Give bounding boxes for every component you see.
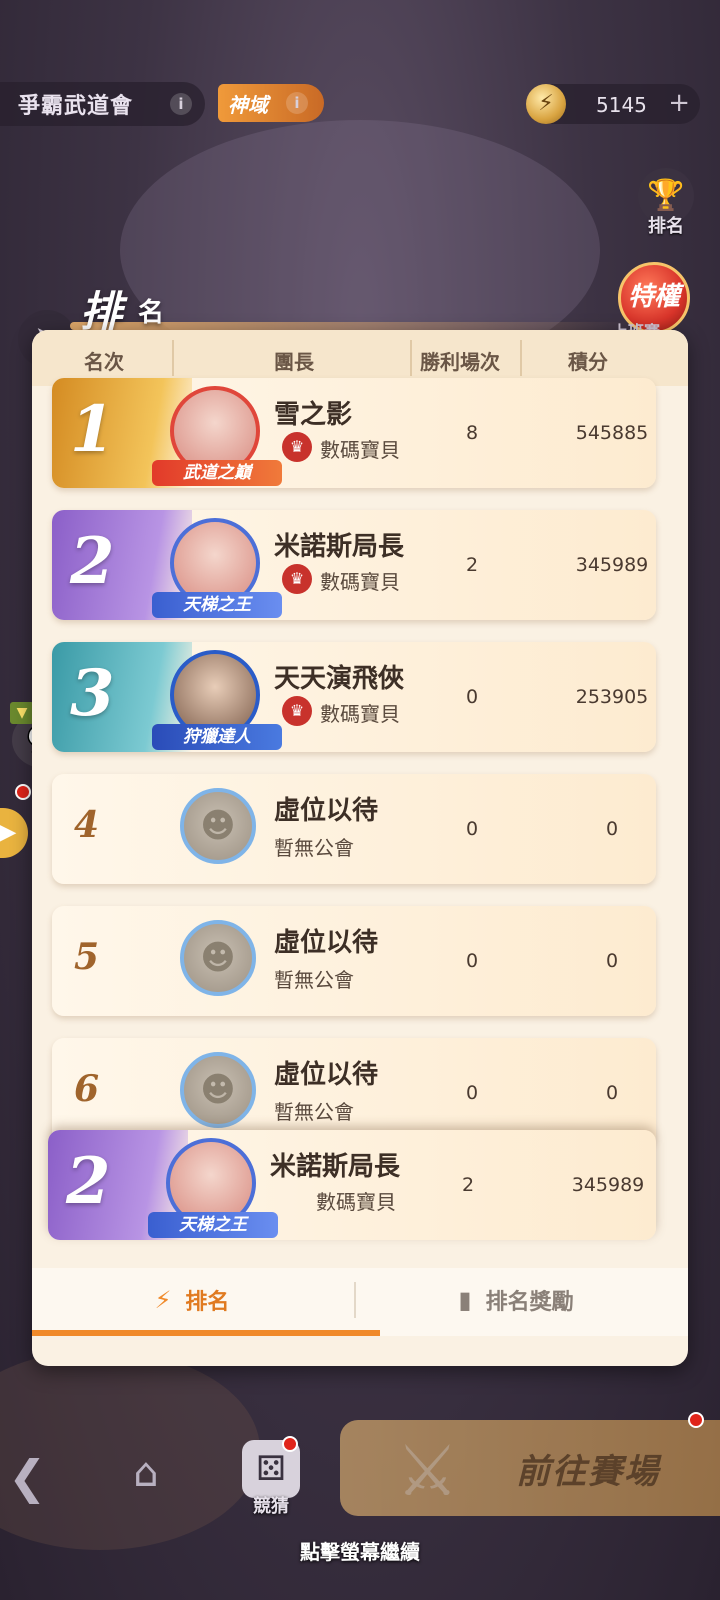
win-count: 2 [461,1174,475,1196]
ranking-button-label: 排名 [648,216,684,237]
leader-name: 虛位以待 [274,928,379,958]
score-value: 545885 [575,422,649,444]
event-title: 爭霸武道會 [18,94,134,119]
avatar-placeholder: ☻ [180,1052,256,1128]
ranking-panel: 名次 團長 勝利場次 積分 1 武道之巔 雪之影 ♛ 數碼寶貝 8 545885… [32,330,688,1366]
score-value: 345989 [571,1174,645,1196]
win-count: 0 [465,950,479,972]
tab-ranking-rewards[interactable]: ▮ 排名獎勵 [356,1268,676,1332]
guild-crown-icon: ♛ [282,432,312,462]
avatar-placeholder: ☻ [180,788,256,864]
table-row[interactable]: 5 ☻ 虛位以待 暫無公會 0 0 [52,906,656,1016]
leader-name: 雪之影 [274,400,353,430]
rank-number: 2 [66,1144,111,1219]
info-icon[interactable]: i [170,93,192,115]
guild-name: 暫無公會 [274,1100,354,1124]
go-to-arena-label: 前往賽場 [516,1451,660,1492]
notification-dot [688,1412,704,1428]
rank-number: 1 [70,392,115,467]
rank-number: 6 [74,1068,100,1110]
score-value: 253905 [575,686,649,708]
win-count: 0 [465,686,479,708]
avatar-placeholder: ☻ [180,920,256,996]
back-arrow-icon[interactable]: ❮ [8,1450,47,1504]
ranking-button[interactable]: 🏆 排名 [635,168,697,242]
guild-name: 暫無公會 [274,968,354,992]
tab-ranking-label: 排名 [185,1290,230,1315]
leader-name: 虛位以待 [274,1060,379,1090]
tab-ranking-rewards-label: 排名獎勵 [485,1290,574,1315]
guess-button-label: 競猜 [253,1496,289,1517]
win-count: 0 [465,1082,479,1104]
notification-dot [15,784,31,800]
mode-tag-label: 神域 [228,92,268,117]
tap-to-continue[interactable]: 點擊螢幕繼續 [0,1536,720,1565]
tab-ranking[interactable]: ⚡ 排名 [32,1268,352,1332]
score-value: 0 [605,818,619,840]
guild-name: 數碼寶貝 [320,438,400,462]
silhouette-icon: ☻ [200,806,236,846]
column-divider [520,340,522,376]
guild-crown-icon: ♛ [282,696,312,726]
score-value: 0 [605,950,619,972]
bottom-tabs: ⚡ 排名 ▮ 排名獎勵 [32,1268,688,1336]
avatar-title-badge: 天梯之王 [152,592,282,618]
my-rank-row[interactable]: 2 天梯之王 米諾斯局長 數碼寶貝 2 345989 [48,1130,656,1240]
silhouette-icon: ☻ [200,938,236,978]
table-row[interactable]: 2 天梯之王 米諾斯局長 ♛ 數碼寶貝 2 345989 [52,510,656,620]
guild-name: 暫無公會 [274,836,354,860]
panel-title-small: 名 [138,298,165,328]
currency-value: 5145 [596,93,647,117]
silhouette-icon: ☻ [200,1070,236,1110]
add-currency-button[interactable]: + [668,88,690,118]
guess-button[interactable]: ⚄ 競猜 [236,1440,306,1520]
column-divider [172,340,174,376]
info-icon[interactable]: i [286,92,308,114]
guild-name: 數碼寶貝 [320,570,400,594]
score-value: 345989 [575,554,649,576]
column-divider [410,340,412,376]
currency-display: ⚡ 5145 + [526,84,700,124]
event-title-pill: 爭霸武道會 i [0,82,205,126]
leader-name: 米諾斯局長 [270,1152,401,1182]
win-count: 8 [465,422,479,444]
top-bar: 爭霸武道會 i 神域 i ⚡ 5145 + [0,82,720,126]
chat-rank-badge-icon: ▼ [10,702,34,724]
rank-number: 4 [74,804,100,846]
win-count: 2 [465,554,479,576]
active-tab-indicator [32,1330,380,1336]
avatar-title-badge: 天梯之王 [148,1212,278,1238]
notification-dot [282,1436,298,1452]
guild-name: 數碼寶貝 [320,702,400,726]
rank-number: 5 [74,936,100,978]
column-wins: 勝利場次 [420,350,500,374]
go-to-arena-button[interactable]: ⚔ 前往賽場 [340,1420,720,1516]
rank-number: 3 [70,656,115,731]
column-rank: 名次 [84,350,124,374]
leader-name: 天天演飛俠 [274,664,405,694]
column-leader: 團長 [274,350,314,374]
rank-number: 2 [70,524,115,599]
avatar-title-badge: 武道之巔 [152,460,282,486]
coin-icon: ⚡ [526,84,566,124]
banner-icon: ▮ [458,1286,472,1314]
lightning-icon: ⚡ [154,1286,172,1314]
guild-name: 數碼寶貝 [316,1190,396,1214]
guild-crown-icon: ♛ [282,564,312,594]
leader-name: 米諾斯局長 [274,532,405,562]
sword-icon: ⚔ [396,1430,459,1512]
table-row[interactable]: 3 狩獵達人 天天演飛俠 ♛ 數碼寶貝 0 253905 [52,642,656,752]
avatar-title-badge: 狩獵達人 [152,724,282,750]
mode-tag[interactable]: 神域 i [218,84,324,122]
score-value: 0 [605,1082,619,1104]
table-row[interactable]: 1 武道之巔 雪之影 ♛ 數碼寶貝 8 545885 [52,378,656,488]
play-icon[interactable]: ▶ [0,808,28,858]
leader-name: 虛位以待 [274,796,379,826]
table-row[interactable]: 4 ☻ 虛位以待 暫無公會 0 0 [52,774,656,884]
win-count: 0 [465,818,479,840]
column-score: 積分 [568,350,608,374]
home-icon[interactable]: ⌂ [118,1450,174,1502]
